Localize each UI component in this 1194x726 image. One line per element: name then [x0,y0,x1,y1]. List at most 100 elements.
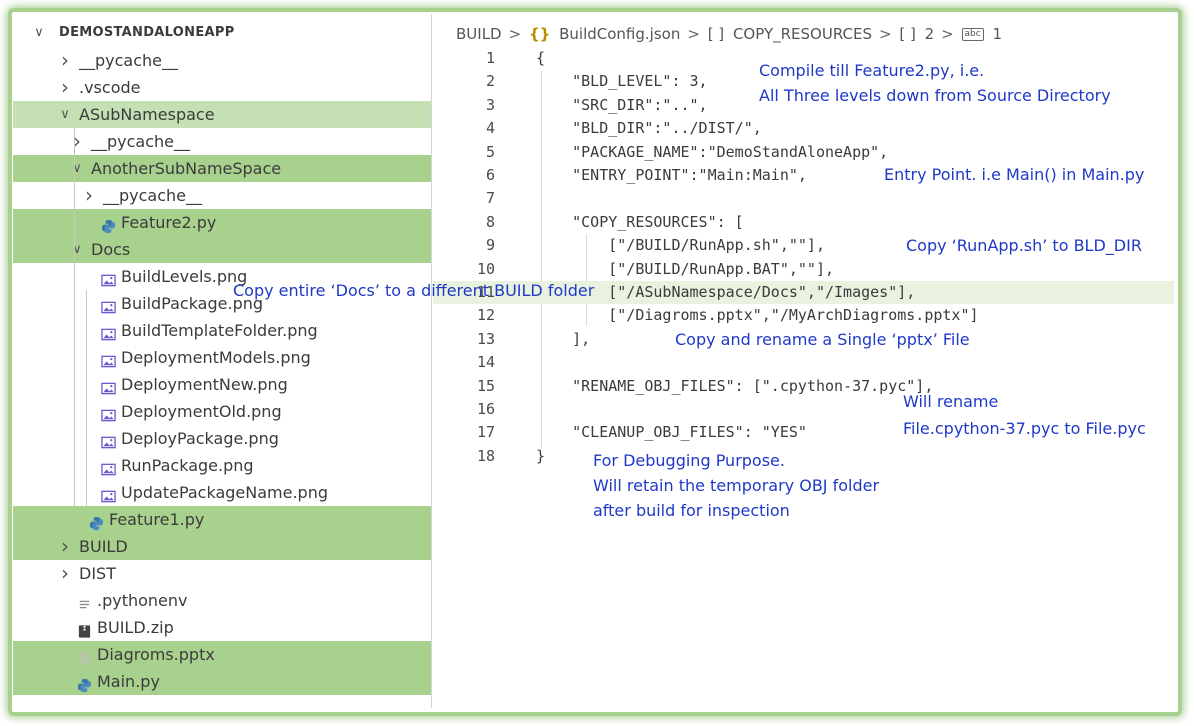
annotation-runapp: Copy ‘RunApp.sh’ to BLD_DIR [906,236,1142,255]
chevron-down-icon: ∨ [60,107,70,122]
line-number: 18 [476,447,495,465]
image-file-icon [101,377,116,395]
line-number: 14 [476,353,495,371]
tree-item-label: DeploymentModels.png [121,348,311,367]
tree-item-label: __pycache__ [103,186,203,205]
tree-item-folder[interactable]: › .vscode [13,74,431,101]
chevron-right-icon: > [687,25,700,43]
code-line[interactable]: 7 [433,187,1174,210]
chevron-down-icon: ∨ [72,161,82,176]
image-file-icon [101,350,116,368]
tree-item-file[interactable]: Main.py [13,668,431,695]
tree-item-file[interactable]: .pythonenv [13,587,431,614]
code-text: ], [536,330,591,348]
tree-item-folder[interactable]: › __pycache__ [13,128,431,155]
tree-item-file[interactable]: Diagroms.pptx [13,641,431,668]
python-icon [89,512,104,531]
explorer-root-label: DEMOSTANDALONEAPP [59,25,235,40]
code-text: "RENAME_OBJ_FILES": [".cpython-37.pyc"], [536,377,934,395]
code-line[interactable]: 18} [433,445,1174,468]
breadcrumb-file[interactable]: BuildConfig.json [559,25,680,43]
line-number: 4 [485,119,495,137]
tree-item-folder[interactable]: ∨ AnotherSubNameSpace [13,155,431,182]
line-number: 7 [485,189,495,207]
tree-item-folder[interactable]: › BUILD [13,533,431,560]
python-icon [101,215,116,234]
image-file-icon [101,404,116,422]
tree-item-file[interactable]: DeploymentOld.png [13,398,431,425]
code-text: ["/Diagroms.pptx","/MyArchDiagroms.pptx"… [536,306,979,324]
tree-item-folder[interactable]: › __pycache__ [13,182,431,209]
breadcrumb-folder[interactable]: BUILD [456,25,502,43]
tree-indent-guide [86,290,87,506]
string-icon: abc [961,28,984,41]
code-text: } [536,447,546,465]
chevron-right-icon: > [508,25,522,43]
code-line[interactable]: 4 "BLD_DIR":"../DIST/", [433,117,1174,140]
breadcrumb-subindex[interactable]: 1 [992,25,1002,43]
tree-item-file[interactable]: DeployPackage.png [13,425,431,452]
code-line[interactable]: 15 "RENAME_OBJ_FILES": [".cpython-37.pyc… [433,375,1174,398]
chevron-right-icon: › [73,129,81,153]
annotation-pptx: Copy and rename a Single ‘pptx’ File [675,330,970,349]
line-number: 15 [476,377,495,395]
chevron-right-icon: > [941,25,954,43]
code-line[interactable]: 8 "COPY_RESOURCES": [ [433,211,1174,234]
zip-file-icon [77,620,92,638]
tree-item-file[interactable]: UpdatePackageName.png [13,479,431,506]
tree-item-label: RunPackage.png [121,456,254,475]
chevron-right-icon: > [878,25,892,43]
tree-item-folder[interactable]: ∨ Docs [13,236,431,263]
code-line[interactable]: 12 ["/Diagroms.pptx","/MyArchDiagroms.pp… [433,304,1174,327]
line-number: 13 [476,330,495,348]
tree-item-file[interactable]: DeploymentNew.png [13,371,431,398]
breadcrumb-key[interactable]: COPY_RESOURCES [733,25,872,43]
code-line[interactable]: 14 [433,351,1174,374]
tree-item-file[interactable]: Feature2.py [13,209,431,236]
explorer-root[interactable]: ∨ DEMOSTANDALONEAPP [13,19,431,46]
code-text: "BLD_DIR":"../DIST/", [536,119,762,137]
tree-item-label: BuildTemplateFolder.png [121,321,318,340]
code-text: "ENTRY_POINT":"Main:Main", [536,166,807,184]
annotation-debug: Will retain the temporary OBJ folder [593,476,880,495]
tree-item-label: ASubNamespace [79,105,215,124]
image-file-icon [101,485,116,503]
image-file-icon [101,431,116,449]
tree-item-label: __pycache__ [79,51,179,70]
tree-item-label: Feature2.py [121,213,217,232]
code-text: "COPY_RESOURCES": [ [536,213,744,231]
array-icon: [ ] [899,25,916,43]
code-text: "PACKAGE_NAME":"DemoStandAloneApp", [536,143,889,161]
annotation-rename: File.cpython-37.pyc to File.pyc [903,419,1146,438]
chevron-right-icon: › [85,183,93,207]
chevron-right-icon: › [61,48,69,72]
breadcrumb-index[interactable]: 2 [925,25,935,43]
tree-item-label: UpdatePackageName.png [121,483,329,502]
tree-item-file[interactable]: Feature1.py [13,506,431,533]
tree-item-file[interactable]: BUILD.zip [13,614,431,641]
tree-item-label: AnotherSubNameSpace [91,159,282,178]
tree-item-folder[interactable]: › DIST [13,560,431,587]
annotation-debug: For Debugging Purpose. [593,451,785,470]
tree-item-file[interactable]: BuildTemplateFolder.png [13,317,431,344]
annotation-bld-level: Compile till Feature2.py, i.e. [759,61,985,80]
code-text: { [536,49,546,67]
tree-item-label: DeploymentOld.png [121,402,282,421]
tree-item-label: __pycache__ [91,132,191,151]
array-icon: [ ] [707,25,725,43]
tree-item-label: Diagroms.pptx [97,645,215,664]
tree-item-folder[interactable]: ∨ ASubNamespace [13,101,431,128]
code-line[interactable]: 5 "PACKAGE_NAME":"DemoStandAloneApp", [433,141,1174,164]
line-number: 6 [485,166,495,184]
line-number: 8 [485,213,495,231]
tree-item-label: Main.py [97,672,160,691]
tree-item-file[interactable]: RunPackage.png [13,452,431,479]
tree-item-folder[interactable]: › __pycache__ [13,47,431,74]
annotation-bld-level: All Three levels down from Source Direct… [759,86,1111,105]
explorer-sidebar: ∨ DEMOSTANDALONEAPP › __pycache__ › .vscode… [13,14,432,708]
tree-item-file[interactable]: DeploymentModels.png [13,344,431,371]
chevron-right-icon: › [61,534,69,558]
line-number: 17 [476,423,495,441]
line-number: 3 [485,96,495,114]
tree-item-label: DIST [79,564,116,583]
